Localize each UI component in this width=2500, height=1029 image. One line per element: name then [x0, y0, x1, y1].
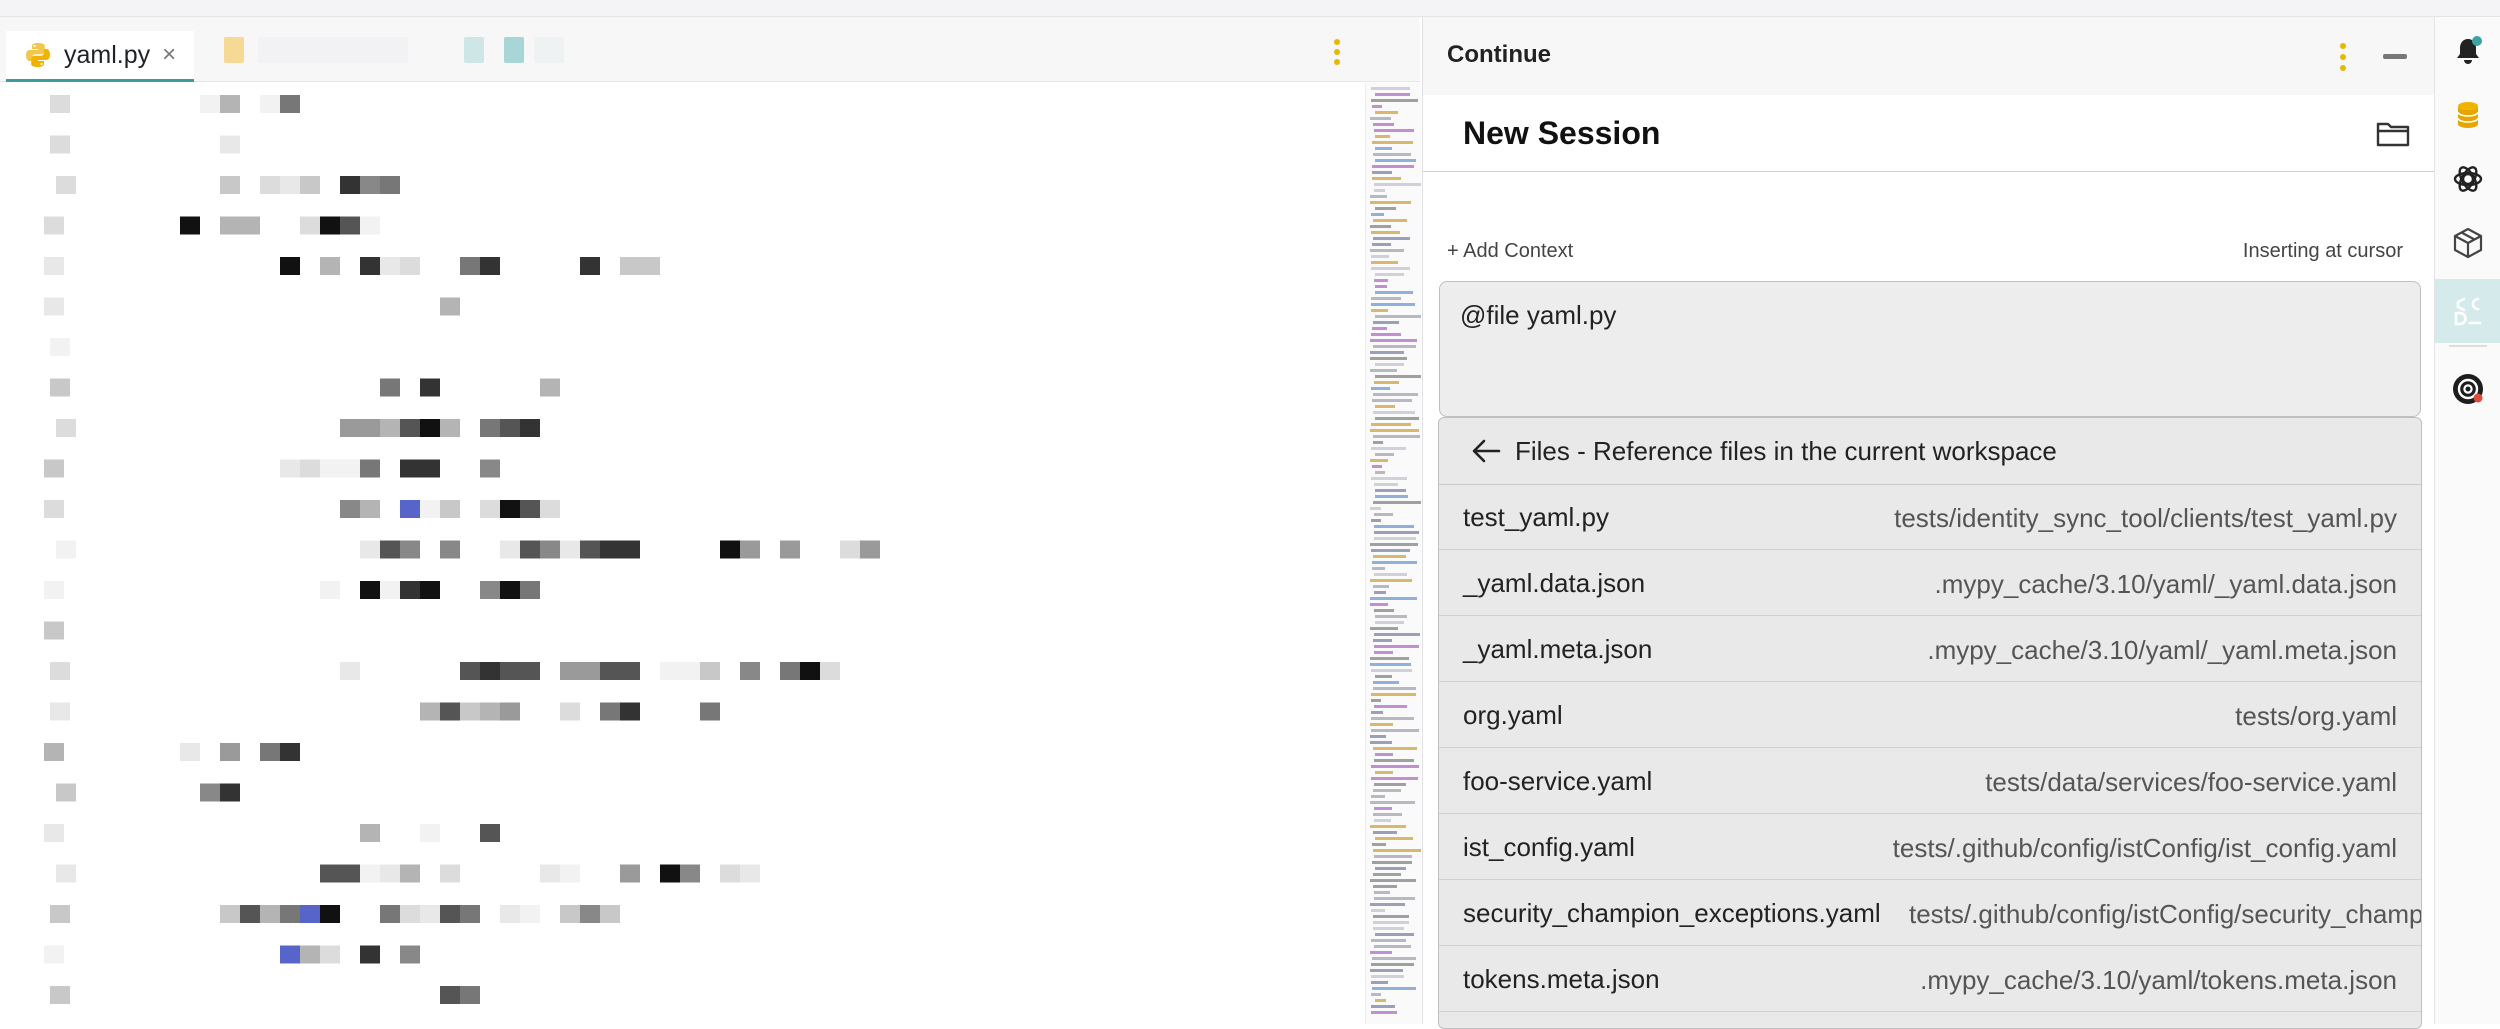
- list-item[interactable]: _yaml.data.json .mypy_cache/3.10/yaml/_y…: [1439, 550, 2421, 616]
- editor-more-icon[interactable]: [1332, 39, 1342, 65]
- continue-panel: Continue New Session + Add Context Inser…: [1422, 17, 2435, 1029]
- back-arrow-icon[interactable]: [1469, 434, 1503, 468]
- tab-obscured-2[interactable]: [258, 37, 408, 63]
- session-title: New Session: [1463, 115, 1661, 151]
- ide-window: yaml.py × Continue New Session + Add Con…: [0, 0, 2500, 1029]
- python-file-icon: [26, 43, 50, 67]
- dropdown-title: Files - Reference files in the current w…: [1515, 435, 2057, 466]
- database-icon[interactable]: [2448, 95, 2488, 135]
- tab-title: yaml.py: [64, 40, 151, 69]
- list-item[interactable]: tokens.meta.json .mypy_cache/3.10/yaml/t…: [1439, 946, 2421, 1012]
- at-sign-icon[interactable]: [2448, 369, 2488, 409]
- file-name: ist_config.yaml: [1463, 832, 1635, 862]
- file-name: foo-service.yaml: [1463, 766, 1653, 796]
- tab-yaml-py[interactable]: yaml.py ×: [6, 31, 195, 82]
- chat-input[interactable]: @file yaml.py: [1439, 281, 2421, 417]
- file-name: tokens.meta.json: [1463, 964, 1660, 994]
- minimap[interactable]: [1365, 83, 1421, 1024]
- folder-icon[interactable]: [2375, 119, 2411, 149]
- list-item[interactable]: test_yaml.py tests/identity_sync_tool/cl…: [1439, 484, 2421, 550]
- openai-icon[interactable]: [2448, 159, 2488, 199]
- file-path: .mypy_cache/3.10/yaml/_yaml.meta.json: [1927, 635, 2397, 665]
- insert-mode-label[interactable]: Inserting at cursor: [2243, 240, 2403, 263]
- file-name: org.yaml: [1463, 700, 1563, 730]
- bell-icon[interactable]: [2448, 31, 2488, 71]
- list-item[interactable]: ist_config.yaml tests/.github/config/ist…: [1439, 814, 2421, 880]
- file-name: test_yaml.py: [1463, 502, 1609, 532]
- file-path: .mypy_cache/3.10/yaml/_yaml.data.json: [1934, 569, 2397, 599]
- continue-icon[interactable]: [2435, 279, 2500, 343]
- file-path: tests/.github/config/istConfig/ist_confi…: [1892, 833, 2397, 863]
- file-path: .mypy_cache/3.10/yaml/tokens.meta.json: [1920, 965, 2397, 995]
- editor-area: yaml.py ×: [0, 17, 1421, 1024]
- package-icon[interactable]: [2448, 223, 2488, 263]
- list-item[interactable]: foo-service.yaml tests/data/services/foo…: [1439, 748, 2421, 814]
- panel-more-icon[interactable]: [2339, 43, 2347, 71]
- close-icon[interactable]: ×: [162, 41, 176, 69]
- tab-obscured-3[interactable]: [464, 37, 484, 63]
- activity-bar: [2434, 17, 2500, 1024]
- file-reference-dropdown: Files - Reference files in the current w…: [1438, 417, 2422, 1029]
- editor-tab-bar: yaml.py ×: [0, 17, 1420, 82]
- list-item[interactable]: security_champion_exceptions.yaml tests/…: [1439, 880, 2421, 946]
- list-item[interactable]: org.yaml tests/org.yaml: [1439, 682, 2421, 748]
- dropdown-header[interactable]: Files - Reference files in the current w…: [1439, 418, 2421, 485]
- file-path: tests/data/services/foo-service.yaml: [1985, 767, 2397, 797]
- chat-input-value: @file yaml.py: [1460, 300, 1617, 330]
- file-path: tests/.github/config/istConfig/security_…: [1909, 899, 2421, 929]
- tab-obscured-1[interactable]: [224, 37, 244, 63]
- file-name: security_champion_exceptions.yaml: [1463, 898, 1881, 928]
- tab-obscured-5[interactable]: [534, 37, 564, 63]
- minimize-icon[interactable]: [2383, 54, 2407, 59]
- code-content-obscured[interactable]: [0, 83, 1360, 1024]
- file-path: tests/org.yaml: [2235, 701, 2397, 731]
- file-name: _yaml.data.json: [1463, 568, 1646, 598]
- file-name: _yaml.meta.json: [1463, 634, 1653, 664]
- window-top-strip: [0, 0, 2500, 17]
- panel-header: Continue: [1423, 17, 2435, 95]
- tab-obscured-4[interactable]: [504, 37, 524, 63]
- file-path: tests/identity_sync_tool/clients/test_ya…: [1894, 503, 2397, 533]
- list-item[interactable]: _yaml.meta.json .mypy_cache/3.10/yaml/_y…: [1439, 616, 2421, 682]
- panel-title: Continue: [1447, 41, 1551, 68]
- session-header: New Session: [1423, 95, 2435, 172]
- add-context-button[interactable]: + Add Context: [1447, 240, 1573, 263]
- activity-divider: [2449, 345, 2487, 347]
